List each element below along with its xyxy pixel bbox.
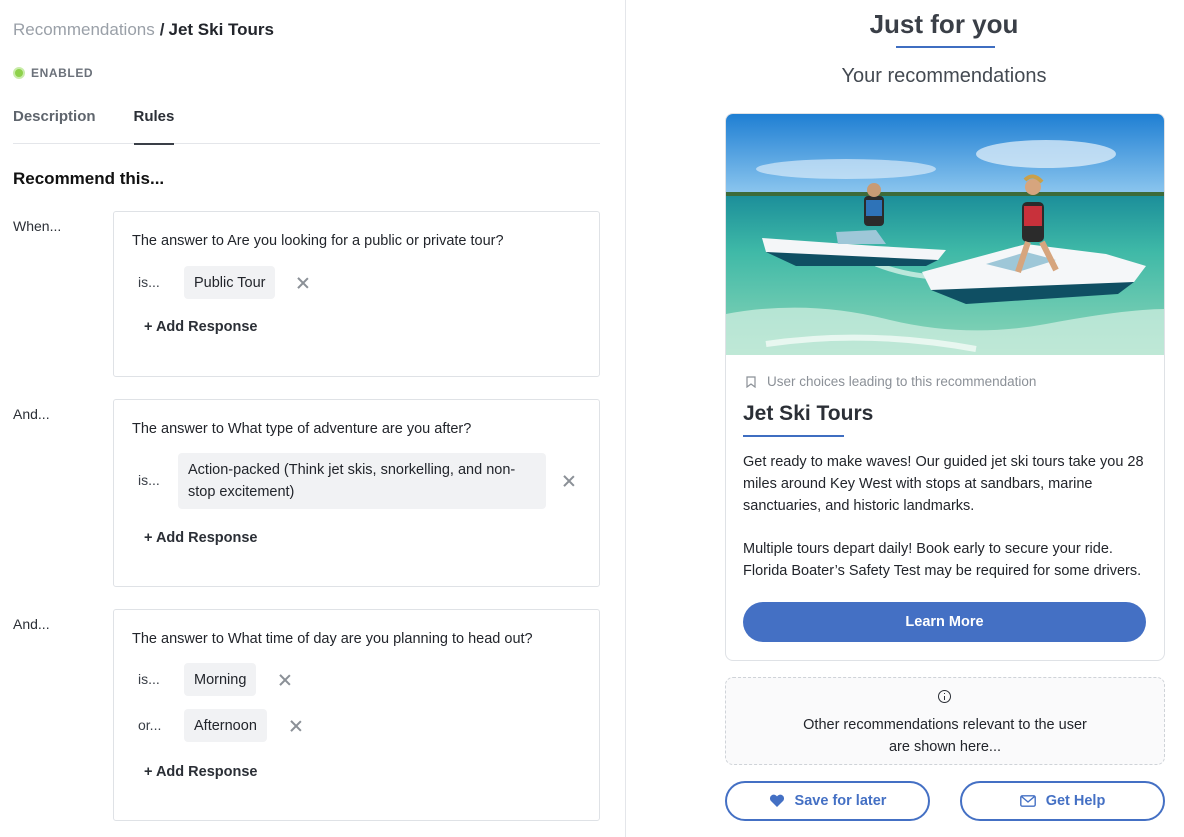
status-label: ENABLED	[31, 66, 94, 80]
recommendation-image	[726, 114, 1164, 355]
response-operator: is...	[138, 472, 160, 488]
remove-response-icon[interactable]	[289, 719, 303, 733]
response-row: or... Afternoon	[114, 709, 601, 742]
response-operator: is...	[138, 274, 160, 290]
condition-card: The answer to What type of adventure are…	[113, 399, 600, 587]
preview-panel: Just for you Your recommendations User c…	[626, 0, 1184, 837]
description-paragraph: Multiple tours depart daily! Book early …	[743, 541, 1142, 579]
recommendation-card: User choices leading to this recommendat…	[725, 113, 1165, 661]
recommendation-description: Get ready to make waves! Our guided jet …	[743, 451, 1153, 603]
tab-rules[interactable]: Rules	[133, 106, 174, 145]
tab-description[interactable]: Description	[13, 106, 96, 144]
condition-card: The answer to Are you looking for a publ…	[113, 211, 600, 377]
jet-ski-photo	[726, 114, 1164, 355]
condition-question: The answer to What time of day are you p…	[132, 631, 533, 647]
remove-response-icon[interactable]	[296, 276, 310, 290]
response-chip[interactable]: Afternoon	[184, 709, 267, 742]
heading-underline	[896, 46, 995, 48]
save-for-later-label: Save for later	[794, 793, 887, 809]
response-chip[interactable]: Morning	[184, 663, 257, 696]
breadcrumb-recommendations-link[interactable]: Recommendations	[13, 20, 155, 39]
response-row: is... Morning	[114, 663, 601, 696]
remove-response-icon[interactable]	[562, 474, 576, 488]
tab-bar: Description Rules	[13, 106, 600, 145]
choice-note-text: User choices leading to this recommendat…	[767, 374, 1037, 389]
breadcrumb: Recommendations / Jet Ski Tours	[13, 20, 274, 40]
choice-note[interactable]: User choices leading to this recommendat…	[746, 374, 1036, 389]
condition-question: The answer to Are you looking for a publ…	[132, 233, 504, 249]
response-chip[interactable]: Action-packed (Think jet skis, snorkelli…	[178, 453, 546, 509]
description-paragraph: Get ready to make waves! Our guided jet …	[743, 454, 1144, 514]
condition-label: And...	[13, 616, 50, 632]
get-help-label: Get Help	[1045, 793, 1106, 809]
preview-heading: Just for you	[869, 9, 1019, 39]
section-title: Recommend this...	[13, 169, 165, 188]
rule-editor-panel: Recommendations / Jet Ski Tours ENABLED De…	[0, 0, 626, 837]
other-recommendations-placeholder: Other recommendations relevant to the us…	[725, 677, 1165, 765]
learn-more-button[interactable]: Learn More	[743, 602, 1146, 642]
bookmark-icon	[746, 375, 756, 388]
other-text-line: Other recommendations relevant to the us…	[803, 717, 1087, 733]
response-operator: or...	[138, 717, 162, 733]
response-chip[interactable]: Public Tour	[184, 266, 276, 299]
response-row: is... Public Tour	[114, 266, 601, 299]
breadcrumb-current: Jet Ski Tours	[168, 20, 274, 39]
status-dot-icon	[13, 67, 25, 79]
mail-icon	[1019, 795, 1036, 807]
title-underline	[743, 435, 844, 437]
info-icon	[938, 690, 951, 703]
condition-question: The answer to What type of adventure are…	[132, 421, 472, 437]
add-response-button[interactable]: + Add Response	[144, 530, 257, 546]
other-text-line: are shown here...	[888, 739, 1002, 755]
heart-icon	[769, 794, 785, 808]
response-row: is... Action-packed (Think jet skis, sno…	[114, 453, 601, 509]
remove-response-icon[interactable]	[278, 673, 292, 687]
condition-label: When...	[13, 218, 62, 234]
save-for-later-button[interactable]: Save for later	[725, 781, 930, 821]
breadcrumb-separator: /	[159, 20, 165, 39]
condition-label: And...	[13, 406, 50, 422]
add-response-button[interactable]: + Add Response	[144, 319, 257, 335]
status-badge: ENABLED	[13, 66, 93, 80]
preview-subheading: Your recommendations	[841, 65, 1047, 87]
response-operator: is...	[138, 671, 160, 687]
add-response-button[interactable]: + Add Response	[144, 764, 257, 780]
get-help-button[interactable]: Get Help	[960, 781, 1165, 821]
other-recommendations-text: Other recommendations relevant to the us…	[726, 714, 1164, 758]
condition-card: The answer to What time of day are you p…	[113, 609, 600, 821]
recommendation-title: Jet Ski Tours	[743, 402, 874, 425]
